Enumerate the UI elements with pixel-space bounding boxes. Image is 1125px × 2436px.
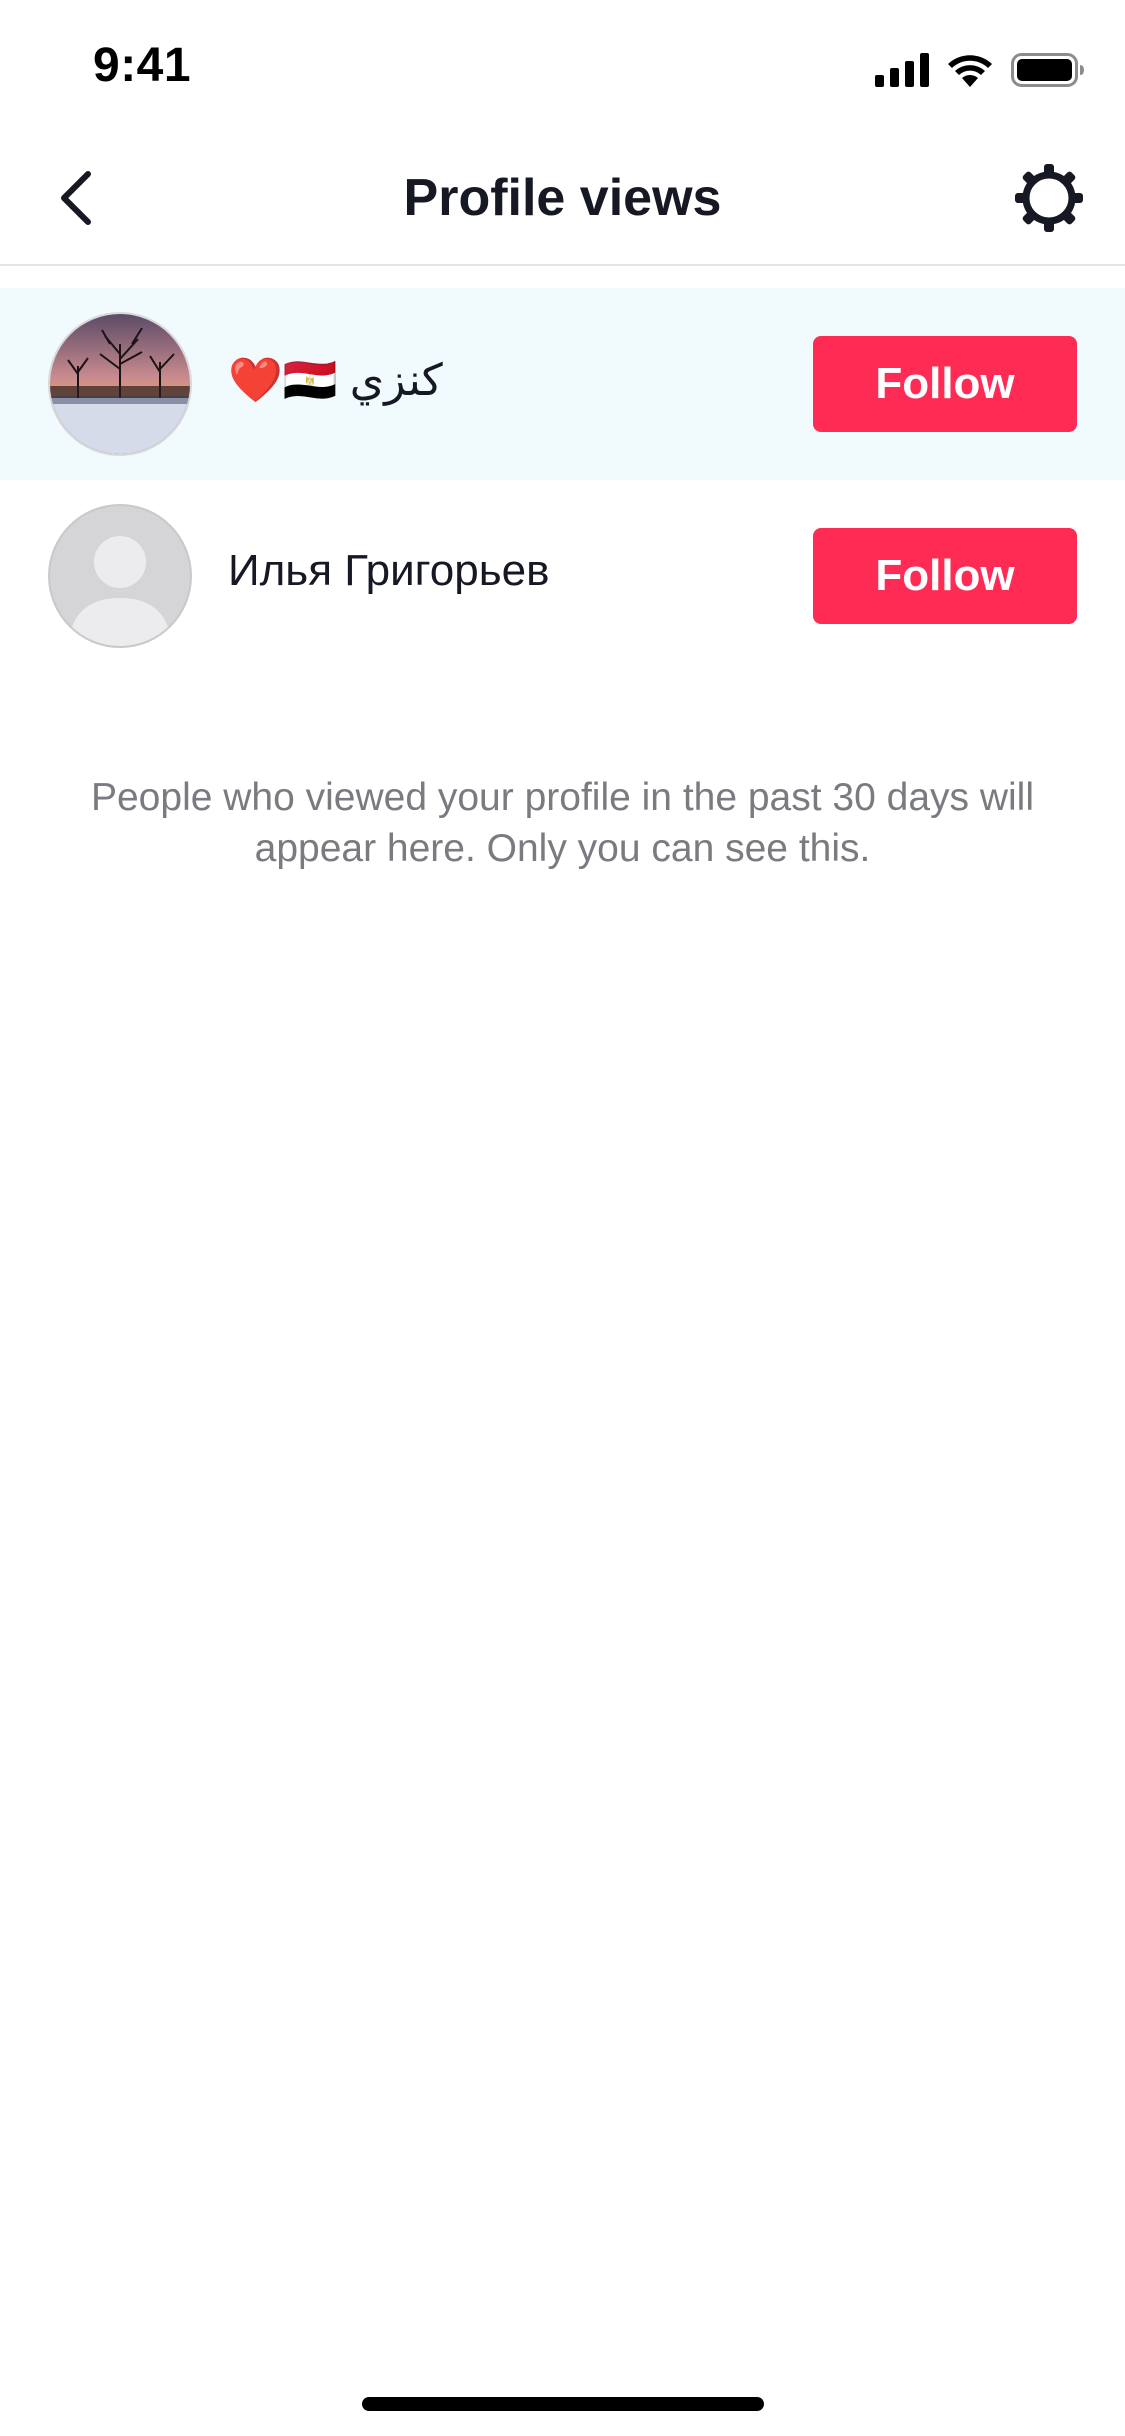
- avatar-photo: [50, 314, 190, 454]
- wifi-icon: [948, 55, 992, 87]
- default-avatar-icon: [68, 536, 172, 646]
- status-bar: 9:41: [0, 0, 1125, 132]
- follow-button[interactable]: Follow: [813, 528, 1077, 624]
- battery-icon: [1011, 53, 1084, 87]
- follow-button[interactable]: Follow: [813, 336, 1077, 432]
- settings-button[interactable]: [1009, 158, 1089, 238]
- info-text: People who viewed your profile in the pa…: [90, 776, 1035, 870]
- cellular-signal-icon: [875, 53, 929, 87]
- viewer-row[interactable]: Илья Григорьев Follow: [0, 480, 1125, 672]
- header: Profile views: [0, 132, 1125, 266]
- page-title: Profile views: [403, 169, 722, 227]
- viewer-name[interactable]: ❤️🇪🇬 كنزي: [228, 354, 443, 406]
- status-time: 9:41: [93, 39, 192, 92]
- viewer-name[interactable]: Илья Григорьев: [228, 546, 549, 596]
- status-icons: [875, 50, 1085, 90]
- viewer-row[interactable]: ❤️🇪🇬 كنزي Follow: [0, 288, 1125, 480]
- avatar[interactable]: [48, 504, 192, 648]
- home-indicator[interactable]: [362, 2397, 764, 2411]
- gear-icon: [1015, 164, 1083, 232]
- avatar[interactable]: [48, 312, 192, 456]
